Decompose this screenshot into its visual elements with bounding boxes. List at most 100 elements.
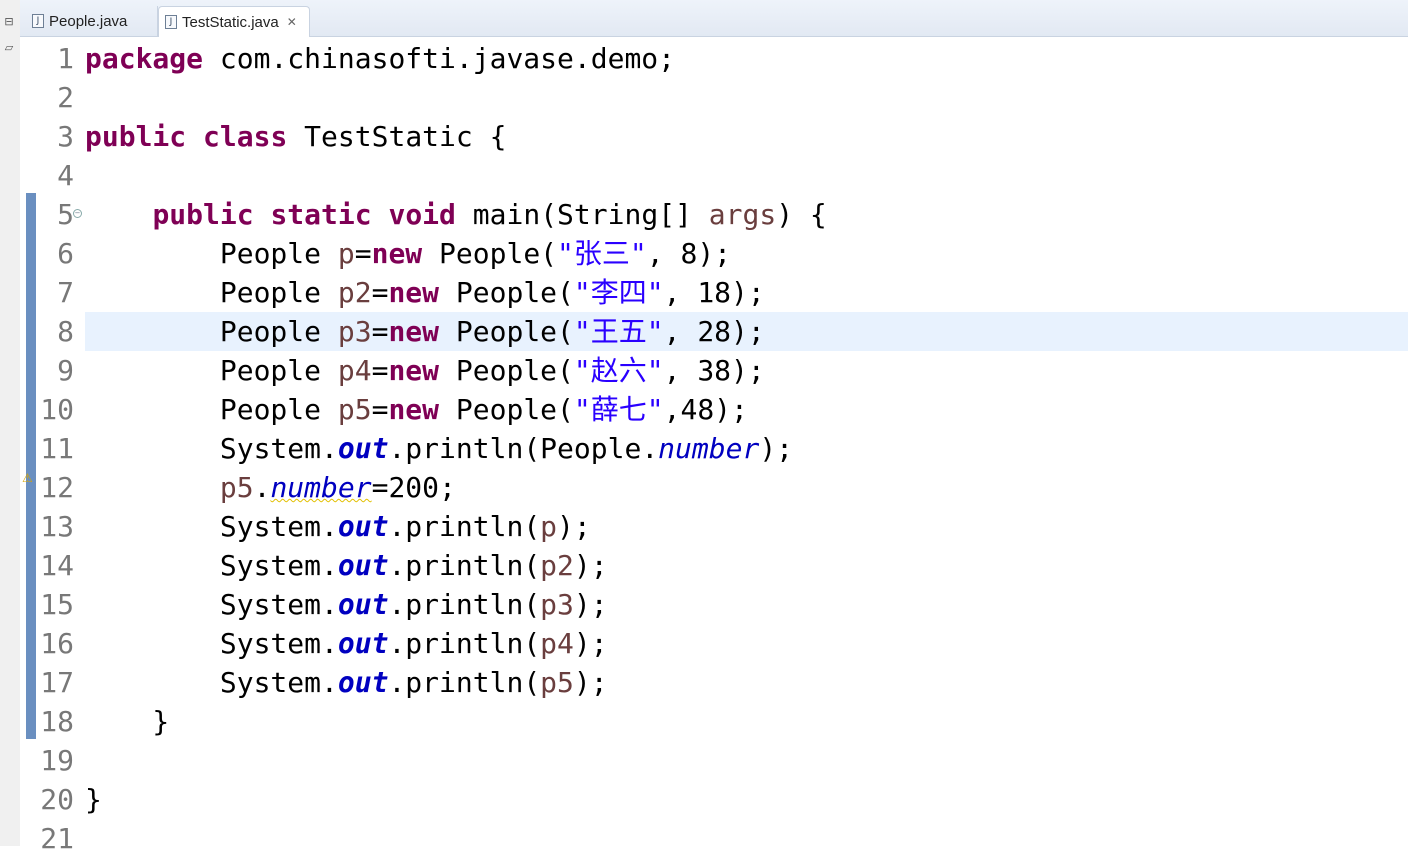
code-token: ,48); xyxy=(663,393,748,426)
code-line[interactable]: 2 xyxy=(20,78,1408,117)
line-number: 5 xyxy=(57,198,74,231)
line-number: 14 xyxy=(40,549,74,582)
code-line[interactable]: 5− public static void main(String[] args… xyxy=(20,195,1408,234)
code-text: System.out.println(p); xyxy=(85,507,591,546)
code-line[interactable]: 18 } xyxy=(20,702,1408,741)
code-token: new xyxy=(388,276,440,309)
code-token: = xyxy=(371,315,389,348)
code-token: p5 xyxy=(540,666,574,699)
code-text: People p=new People("张三", 8); xyxy=(85,234,731,273)
line-number: 4 xyxy=(57,159,74,192)
code-token: out xyxy=(337,627,389,660)
code-token: People( xyxy=(439,354,574,387)
code-token: People( xyxy=(422,237,558,270)
code-token: p4 xyxy=(337,354,372,387)
code-token: System. xyxy=(85,510,338,543)
code-token: System. xyxy=(85,432,338,465)
line-number: 21 xyxy=(40,822,74,855)
code-token: .println(People. xyxy=(388,432,659,465)
code-line[interactable]: 21 xyxy=(20,819,1408,858)
code-line[interactable]: 15 System.out.println(p3); xyxy=(20,585,1408,624)
code-line[interactable]: 3 public class TestStatic { xyxy=(20,117,1408,156)
code-line[interactable]: 7 People p2=new People("李四", 18); xyxy=(20,273,1408,312)
code-line[interactable]: 8 People p3=new People("王五", 28); xyxy=(20,312,1408,351)
code-token: } xyxy=(85,705,170,738)
code-token: args xyxy=(708,198,777,231)
code-line[interactable]: 10 People p5=new People("薛七",48); xyxy=(20,390,1408,429)
code-token: System. xyxy=(85,549,338,582)
code-line[interactable]: 11 System.out.println(People.number); xyxy=(20,429,1408,468)
code-text: People p2=new People("李四", 18); xyxy=(85,273,765,312)
code-text: People p4=new People("赵六", 38); xyxy=(85,351,765,390)
code-text: System.out.println(p5); xyxy=(85,663,608,702)
code-line[interactable]: 17 System.out.println(p5); xyxy=(20,663,1408,702)
code-token: People xyxy=(85,237,338,270)
package-explorer-icon[interactable]: ▱ xyxy=(1,40,17,56)
code-text: People p5=new People("薛七",48); xyxy=(85,390,748,429)
line-number: 18 xyxy=(40,705,74,738)
code-editor[interactable]: 1 package com.chinasofti.javase.demo; 2 3 pu… xyxy=(20,37,1408,855)
code-token: p3 xyxy=(337,315,372,348)
code-line[interactable]: 12 ⚠ p5.number=200; xyxy=(20,468,1408,507)
line-number: 10 xyxy=(40,393,74,426)
code-token: .println( xyxy=(388,510,541,543)
tab-teststatic-java[interactable]: J TestStatic.java ✕ xyxy=(158,6,310,37)
code-token: .println( xyxy=(388,549,541,582)
code-text: System.out.println(p2); xyxy=(85,546,608,585)
line-number: 2 xyxy=(57,81,74,114)
code-token: "李四" xyxy=(573,276,664,309)
code-line[interactable]: 9 People p4=new People("赵六", 38); xyxy=(20,351,1408,390)
code-token: ); xyxy=(573,627,608,660)
code-token: , 18); xyxy=(663,276,765,309)
code-token: System. xyxy=(85,627,338,660)
code-token: com.chinasofti.javase.demo; xyxy=(203,42,676,75)
code-token: out xyxy=(337,432,389,465)
code-token: , 28); xyxy=(663,315,765,348)
code-token: p2 xyxy=(337,276,372,309)
warning-icon[interactable]: ⚠ xyxy=(22,472,34,484)
code-token: "王五" xyxy=(573,315,664,348)
code-text: p5.number=200; xyxy=(85,468,456,507)
code-token: new xyxy=(371,237,423,270)
line-number: 19 xyxy=(40,744,74,777)
tab-label: People.java xyxy=(49,12,128,30)
code-token: p2 xyxy=(540,549,574,582)
code-token: .println( xyxy=(388,627,541,660)
code-line[interactable]: 16 System.out.println(p4); xyxy=(20,624,1408,663)
fold-toggle-icon[interactable]: − xyxy=(73,209,82,218)
line-number: 13 xyxy=(40,510,74,543)
code-token: People xyxy=(85,354,338,387)
code-line[interactable]: 13 System.out.println(p); xyxy=(20,507,1408,546)
code-line[interactable]: 20} xyxy=(20,780,1408,819)
code-text: } xyxy=(85,702,169,741)
code-token: p5 xyxy=(337,393,372,426)
code-line[interactable]: 14 System.out.println(p2); xyxy=(20,546,1408,585)
close-icon[interactable]: ✕ xyxy=(287,15,297,29)
code-token: ); xyxy=(759,432,794,465)
code-token: =200; xyxy=(371,471,456,504)
code-token: "张三" xyxy=(557,237,647,270)
code-token: ); xyxy=(573,588,608,621)
code-line[interactable]: 19 xyxy=(20,741,1408,780)
code-token: package xyxy=(85,42,204,75)
code-text: System.out.println(p3); xyxy=(85,585,608,624)
code-token: , 38); xyxy=(663,354,765,387)
code-token: new xyxy=(388,393,440,426)
code-token: .println( xyxy=(388,666,541,699)
tab-people-java[interactable]: J People.java xyxy=(26,6,158,36)
code-line[interactable]: 4 xyxy=(20,156,1408,195)
code-token: People xyxy=(85,393,338,426)
line-number: 8 xyxy=(57,315,74,348)
java-file-icon: J xyxy=(165,15,177,29)
code-token: static xyxy=(270,198,372,231)
code-token: "薛七" xyxy=(573,393,664,426)
code-line[interactable]: 6 People p=new People("张三", 8); xyxy=(20,234,1408,273)
code-token: People( xyxy=(439,276,574,309)
line-number: 3 xyxy=(57,120,74,153)
restore-view-icon[interactable]: ⊟ xyxy=(1,14,17,30)
code-token: out xyxy=(337,510,389,543)
code-line[interactable]: 1 package com.chinasofti.javase.demo; xyxy=(20,39,1408,78)
code-token: = xyxy=(371,354,389,387)
editor-tab-bar: J People.java J TestStatic.java ✕ xyxy=(20,0,1408,37)
